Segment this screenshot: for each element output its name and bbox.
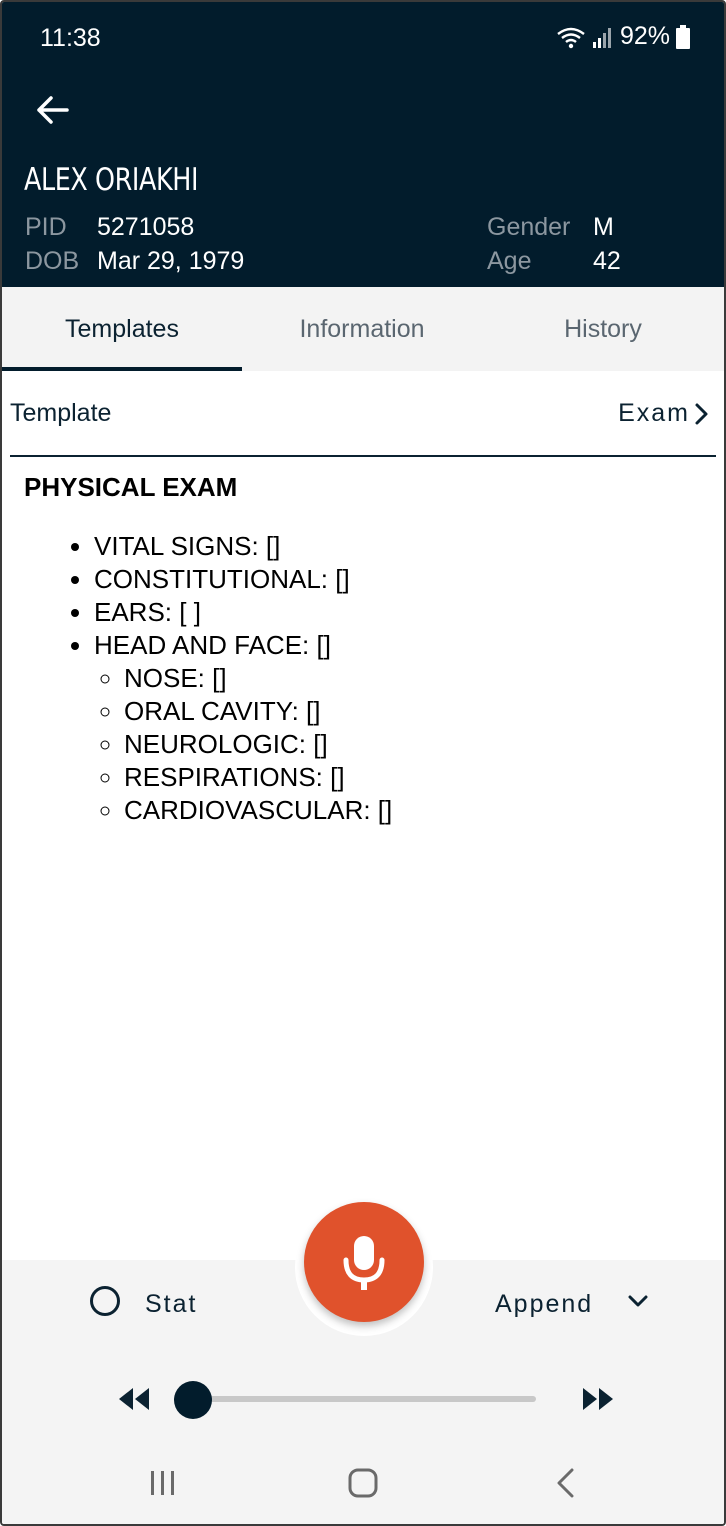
mic-button[interactable] bbox=[304, 1202, 424, 1322]
exam-sub-item: ORAL CAVITY: [] bbox=[124, 695, 392, 728]
status-icons: 92% bbox=[556, 22, 690, 51]
exam-item-group: HEAD AND FACE: [] NOSE: [] ORAL CAVITY: … bbox=[94, 629, 392, 827]
patient-name: ALEX ORIAKHI bbox=[24, 162, 199, 198]
exam-list: VITAL SIGNS: [] CONSTITUTIONAL: [] EARS:… bbox=[54, 530, 392, 827]
system-nav-bar bbox=[2, 1438, 724, 1524]
chevron-down-icon[interactable] bbox=[626, 1292, 650, 1312]
tab-bar: Templates Information History bbox=[2, 287, 724, 371]
patient-header: 11:38 92% ALEX ORIAKHI PID 5271058 DOB M… bbox=[2, 2, 724, 287]
gender-value: M bbox=[593, 213, 614, 241]
template-value[interactable]: Exam bbox=[618, 399, 690, 428]
playback-track[interactable] bbox=[194, 1396, 536, 1402]
exam-item: CONSTITUTIONAL: [] bbox=[94, 563, 392, 596]
dob-value: Mar 29, 1979 bbox=[97, 247, 245, 275]
exam-item: HEAD AND FACE: [] bbox=[94, 630, 331, 660]
battery-percent: 92% bbox=[619, 22, 670, 50]
exam-item: VITAL SIGNS: [] bbox=[94, 530, 392, 563]
stat-label: Stat bbox=[145, 1290, 198, 1318]
append-dropdown[interactable]: Append bbox=[495, 1290, 593, 1319]
gender-label: Gender bbox=[487, 213, 571, 241]
template-label: Template bbox=[10, 399, 112, 427]
stat-radio[interactable] bbox=[90, 1286, 120, 1316]
chevron-right-icon[interactable] bbox=[690, 399, 714, 429]
recents-icon[interactable] bbox=[148, 1470, 178, 1496]
active-tab-indicator bbox=[2, 367, 242, 371]
wifi-icon bbox=[557, 27, 585, 48]
dob-label: DOB bbox=[25, 247, 80, 275]
nav-back-icon[interactable] bbox=[554, 1468, 578, 1498]
battery-icon bbox=[676, 24, 690, 49]
app-frame: 11:38 92% ALEX ORIAKHI PID 5271058 DOB M… bbox=[0, 0, 726, 1526]
exam-item: EARS: [ ] bbox=[94, 596, 392, 629]
status-time: 11:38 bbox=[40, 24, 101, 52]
back-button[interactable] bbox=[32, 90, 72, 130]
signal-icon bbox=[592, 27, 611, 48]
pid-value: 5271058 bbox=[97, 213, 195, 241]
rewind-icon[interactable] bbox=[116, 1386, 152, 1412]
exam-sub-item: CARDIOVASCULAR: [] bbox=[124, 794, 392, 827]
exam-sub-item: NEUROLOGIC: [] bbox=[124, 728, 392, 761]
microphone-icon bbox=[343, 1236, 385, 1290]
exam-sub-item: NOSE: [] bbox=[124, 662, 392, 695]
exam-sublist: NOSE: [] ORAL CAVITY: [] NEUROLOGIC: [] … bbox=[94, 662, 392, 827]
age-value: 42 bbox=[593, 247, 621, 275]
tab-templates[interactable]: Templates bbox=[2, 287, 242, 371]
exam-title: PHYSICAL EXAM bbox=[24, 472, 238, 502]
template-selector-row[interactable]: Template Exam bbox=[10, 373, 716, 457]
fast-forward-icon[interactable] bbox=[580, 1386, 616, 1412]
home-icon[interactable] bbox=[347, 1468, 379, 1498]
pid-label: PID bbox=[25, 213, 67, 241]
tab-information[interactable]: Information bbox=[242, 287, 482, 371]
exam-sub-item: RESPIRATIONS: [] bbox=[124, 761, 392, 794]
age-label: Age bbox=[487, 247, 532, 275]
playback-thumb[interactable] bbox=[174, 1381, 212, 1419]
tab-history[interactable]: History bbox=[482, 287, 724, 371]
back-arrow-icon bbox=[37, 96, 69, 124]
